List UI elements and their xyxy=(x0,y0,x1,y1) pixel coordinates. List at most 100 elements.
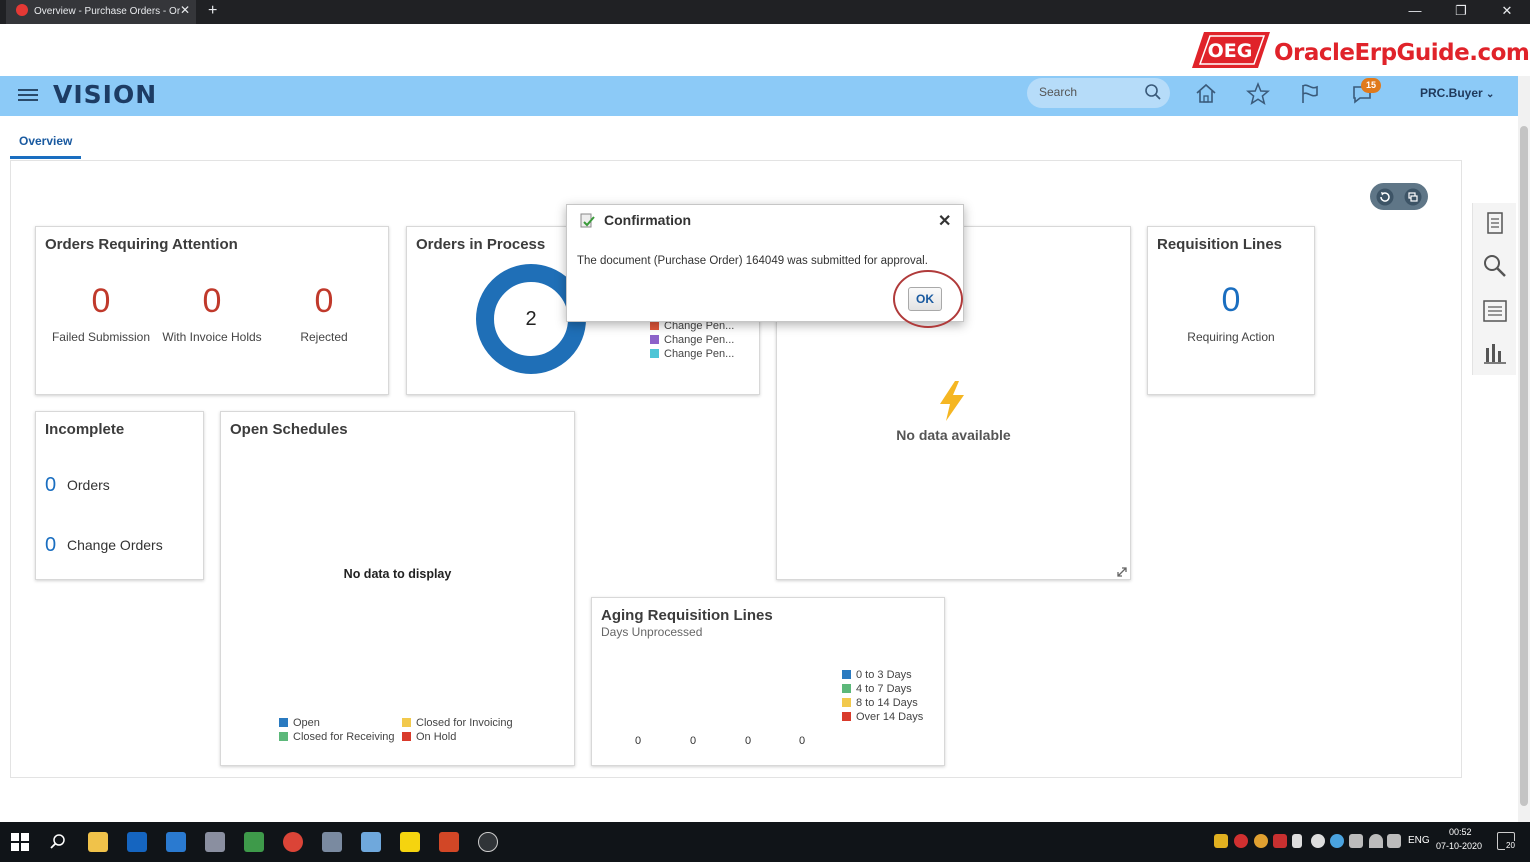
tab-close-icon[interactable]: ✕ xyxy=(180,2,190,18)
tab-overview[interactable]: Overview xyxy=(10,132,81,159)
legend-swatch xyxy=(650,335,659,344)
card-open-schedules: Open Schedules No data to display Open C… xyxy=(220,411,575,766)
incomplete-change-orders-label: Change Orders xyxy=(67,537,163,553)
app-icon[interactable] xyxy=(205,832,225,852)
aging-value: 0 xyxy=(635,735,642,747)
tray-icon[interactable] xyxy=(1234,834,1248,848)
list-icon[interactable] xyxy=(1480,296,1510,326)
legend-item: 8 to 14 Days xyxy=(842,697,918,709)
app-icon[interactable] xyxy=(478,832,498,852)
oeg-site-name: OracleErpGuide.com xyxy=(1274,40,1530,66)
taskbar-search-icon[interactable] xyxy=(49,833,67,851)
card-title: Requisition Lines xyxy=(1157,236,1283,253)
new-tab-button[interactable]: + xyxy=(208,0,217,22)
app-header: VISION PRC.Buyer ⌄ xyxy=(0,76,1518,116)
browser-title-bar: Overview - Purchase Orders - Or ✕ + — ❐ … xyxy=(0,0,1530,24)
legend-swatch xyxy=(842,684,851,693)
microphone-icon[interactable] xyxy=(1292,834,1302,848)
legend-item: 4 to 7 Days xyxy=(842,683,912,695)
scrollbar-thumb[interactable] xyxy=(1520,126,1528,806)
legend-item: Closed for Receiving xyxy=(279,731,395,743)
aging-value: 0 xyxy=(745,735,752,747)
tray-icon[interactable] xyxy=(1254,834,1268,848)
favorites-star-icon[interactable] xyxy=(1245,81,1271,107)
requiring-action-count[interactable]: 0 xyxy=(1148,281,1314,320)
document-check-icon xyxy=(580,213,595,228)
mail-icon[interactable] xyxy=(166,832,186,852)
oracle-favicon-icon xyxy=(16,4,28,16)
app-icon[interactable] xyxy=(361,832,381,852)
hamburger-menu-icon[interactable] xyxy=(18,86,38,104)
bar-chart-icon[interactable] xyxy=(1480,338,1510,368)
sticky-notes-icon[interactable] xyxy=(400,832,420,852)
card-title: Orders in Process xyxy=(416,236,546,253)
user-name: PRC.Buyer xyxy=(1420,86,1483,100)
failed-submission-count[interactable]: 0 xyxy=(41,282,161,321)
vision-logo[interactable]: VISION xyxy=(53,80,157,109)
vertical-scrollbar[interactable] xyxy=(1518,76,1530,822)
invoice-holds-count[interactable]: 0 xyxy=(152,282,272,321)
oeg-logo: OEG xyxy=(1192,32,1270,68)
search-box xyxy=(1027,78,1170,108)
search-icon[interactable] xyxy=(1480,251,1510,281)
search-icon[interactable] xyxy=(1144,83,1162,101)
legend-item: Change Pen... xyxy=(650,348,734,360)
close-window-button[interactable]: ✕ xyxy=(1484,0,1530,24)
card-orders-requiring-attention: Orders Requiring Attention 0 Failed Subm… xyxy=(35,226,389,395)
lightning-icon xyxy=(940,381,964,421)
home-icon[interactable] xyxy=(1193,81,1219,107)
legend-swatch xyxy=(842,712,851,721)
aging-value: 0 xyxy=(799,735,806,747)
expand-icon[interactable] xyxy=(1116,566,1128,578)
panel-actions xyxy=(1370,183,1428,210)
incomplete-orders-count[interactable]: 0 xyxy=(45,474,56,497)
layout-icon[interactable] xyxy=(1403,187,1423,207)
legend-swatch xyxy=(279,732,288,741)
chrome-icon[interactable] xyxy=(283,832,303,852)
notification-badge: 15 xyxy=(1361,78,1381,93)
tray-icon[interactable] xyxy=(1273,834,1287,848)
powerpoint-icon[interactable] xyxy=(439,832,459,852)
requiring-action-label: Requiring Action xyxy=(1187,330,1275,344)
card-title: Orders Requiring Attention xyxy=(45,236,238,253)
tray-icon[interactable] xyxy=(1330,834,1344,848)
clock-time[interactable]: 00:52 xyxy=(1449,827,1472,837)
windows-start-icon[interactable] xyxy=(11,833,29,851)
app-icon[interactable] xyxy=(322,832,342,852)
tray-icon[interactable] xyxy=(1311,834,1325,848)
browser-tab[interactable]: Overview - Purchase Orders - Or ✕ xyxy=(6,0,196,24)
donut-total: 2 xyxy=(525,308,537,330)
outlook-icon[interactable] xyxy=(127,832,147,852)
incomplete-change-orders-count[interactable]: 0 xyxy=(45,534,56,557)
wifi-icon[interactable] xyxy=(1369,834,1383,848)
legend-swatch xyxy=(402,718,411,727)
document-icon[interactable] xyxy=(1480,208,1510,238)
file-explorer-icon[interactable] xyxy=(88,832,108,852)
action-center-badge: 20 xyxy=(1505,841,1516,850)
refresh-icon[interactable] xyxy=(1375,187,1395,207)
flag-icon[interactable] xyxy=(1297,81,1323,107)
ok-highlight-circle xyxy=(893,270,963,328)
legend-item: Closed for Invoicing xyxy=(402,717,513,729)
search-input[interactable] xyxy=(1039,85,1139,99)
tray-icon[interactable] xyxy=(1214,834,1228,848)
no-data-message: No data available xyxy=(896,427,1011,443)
card-requisition-lines: Requisition Lines 0 Requiring Action xyxy=(1147,226,1315,395)
minimize-button[interactable]: — xyxy=(1392,0,1438,24)
language-indicator[interactable]: ENG xyxy=(1408,835,1430,846)
legend-item: Over 14 Days xyxy=(842,711,923,723)
card-aging-requisition-lines: Aging Requisition Lines Days Unprocessed… xyxy=(591,597,945,766)
tray-icon[interactable] xyxy=(1349,834,1363,848)
notepad-icon[interactable] xyxy=(244,832,264,852)
clock-date[interactable]: 07-10-2020 xyxy=(1436,841,1482,851)
invoice-holds-label: With Invoice Holds xyxy=(162,330,262,344)
chevron-down-icon: ⌄ xyxy=(1486,89,1495,100)
close-icon[interactable]: ✕ xyxy=(938,211,951,231)
volume-icon[interactable] xyxy=(1387,834,1401,848)
user-menu[interactable]: PRC.Buyer ⌄ xyxy=(1420,86,1494,100)
legend-swatch xyxy=(650,349,659,358)
restore-button[interactable]: ❐ xyxy=(1438,0,1484,24)
card-subtitle: Days Unprocessed xyxy=(601,625,703,639)
card-title: Open Schedules xyxy=(230,421,348,438)
rejected-count[interactable]: 0 xyxy=(264,282,384,321)
